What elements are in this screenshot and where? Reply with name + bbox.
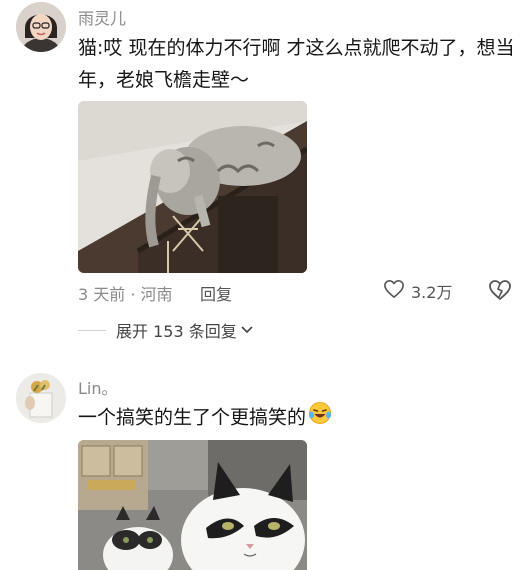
comment-text: 一个搞笑的生了个更搞笑的 [78, 401, 518, 435]
comment-text-content: 一个搞笑的生了个更搞笑的 [78, 406, 307, 429]
comment-text: 猫:哎 现在的体力不行啊 才这么点就爬不动了，想当年，老娘飞檐走壁～ [78, 37, 515, 91]
chevron-down-icon [241, 325, 253, 335]
expand-replies-label: 展开 153 条回复 [116, 322, 237, 341]
avatar[interactable] [16, 373, 66, 423]
comment-image[interactable] [78, 440, 307, 570]
divider [78, 329, 106, 331]
reply-button[interactable]: 回复 [200, 281, 232, 305]
username[interactable]: 雨灵儿 [78, 5, 126, 29]
like-count: 3.2万 [411, 283, 453, 302]
broken-heart-icon[interactable] [488, 279, 512, 305]
avatar[interactable] [16, 2, 66, 52]
like-button[interactable]: 3.2万 [383, 279, 452, 303]
laughing-crying-emoji-icon [308, 401, 332, 435]
comment-item: 雨灵儿 猫:哎 现在的体力不行啊 才这么点就爬不动了，想当年，老娘飞檐走壁～ 3… [0, 0, 531, 345]
username[interactable]: Lin。 [78, 375, 118, 399]
heart-icon [383, 279, 405, 303]
expand-replies-button[interactable]: 展开 153 条回复 [78, 318, 253, 342]
comment-image[interactable] [78, 101, 307, 273]
comment-meta: 3 天前 · 河南 [78, 285, 173, 304]
comment-item: Lin。 一个搞笑的生了个更搞笑的 [0, 345, 531, 570]
